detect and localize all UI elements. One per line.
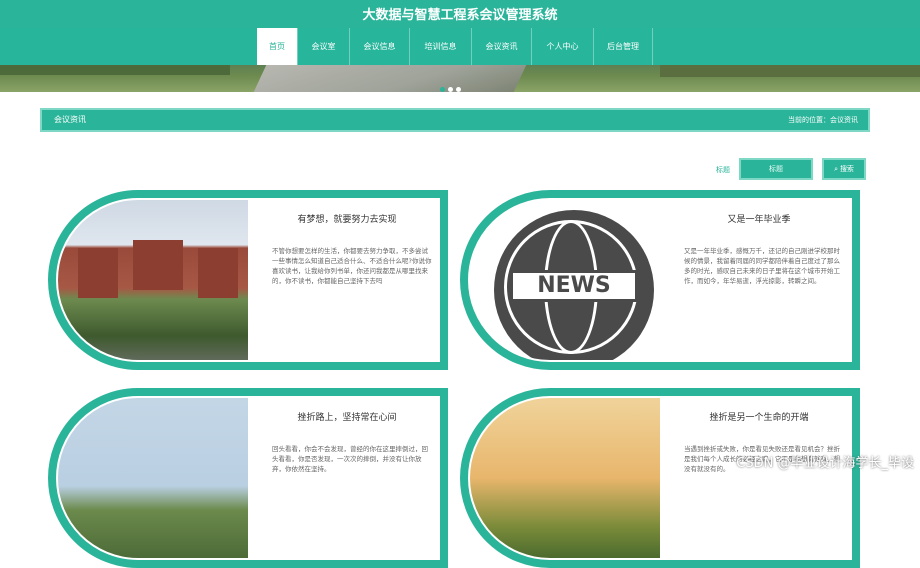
campus-building	[133, 240, 183, 290]
card-title[interactable]: 挫折路上，坚持常在心间	[258, 410, 436, 423]
news-card[interactable]: 有梦想，就要努力去实现 不管你想要怎样的生活，你都要去努力争取，不多尝试一些事情…	[48, 190, 448, 370]
carousel-dot-1[interactable]	[440, 87, 445, 92]
news-card[interactable]: 挫折路上，坚持常在心间 回头看看，你会不会发现，曾经的你在这里摔倒过，回头看看，…	[48, 388, 448, 568]
banner-image-trees-right	[660, 65, 920, 77]
watermark: CSDN @毕业设计海学长_毕设	[736, 452, 914, 471]
card-image-landscape	[58, 398, 248, 558]
carousel-dots	[440, 77, 464, 96]
campus-building	[198, 248, 238, 298]
breadcrumb: 当前的位置：会议资讯	[788, 115, 858, 125]
nav-item-personal-center[interactable]: 个人中心	[531, 28, 593, 65]
nav-item-meeting-info[interactable]: 会议信息	[349, 28, 409, 65]
nav-item-home[interactable]: 首页	[257, 28, 297, 65]
news-icon: NEWS	[510, 270, 638, 302]
card-image-news: NEWS	[470, 200, 660, 360]
campus-building	[78, 248, 118, 298]
card-title[interactable]: 挫折是另一个生命的开端	[670, 410, 848, 423]
nav-item-training-info[interactable]: 培训信息	[409, 28, 471, 65]
search-icon: ⌕	[834, 166, 838, 173]
news-card[interactable]: 挫折是另一个生命的开端 当遇到挫折或失败，你是看见失败还是看见机会？挫折是我们每…	[460, 388, 860, 568]
carousel-dot-3[interactable]	[456, 87, 461, 92]
news-card[interactable]: NEWS 又是一年毕业季 又是一年毕业季，感慨万千，还记的自己刚进学校那时候的情…	[460, 190, 860, 370]
section-header: 会议资讯 当前的位置：会议资讯	[40, 108, 870, 132]
card-image-campus	[58, 200, 248, 360]
nav-item-meeting-news[interactable]: 会议资讯	[471, 28, 531, 65]
search-input[interactable]	[739, 158, 813, 180]
search-button[interactable]: ⌕ 搜索	[822, 158, 866, 180]
nav-item-admin[interactable]: 后台管理	[593, 28, 653, 65]
site-title: 大数据与智慧工程系会议管理系统	[0, 4, 920, 23]
search-label: 标题	[716, 165, 730, 175]
main-nav: 首页 会议室 会议信息 培训信息 会议资讯 个人中心 后台管理	[0, 28, 920, 65]
card-title[interactable]: 有梦想，就要努力去实现	[258, 212, 436, 225]
card-description: 回头看看，你会不会发现，曾经的你在这里摔倒过，回头看看，你是否发现，一次次的摔倒…	[272, 444, 432, 504]
header-bar: 大数据与智慧工程系会议管理系统	[0, 0, 920, 28]
card-image-sunset	[470, 398, 660, 558]
card-description: 又是一年毕业季，感慨万千，还记的自己刚进学校那时候的情景，我留着同届的同学都陪伴…	[684, 246, 844, 306]
search-bar: 标题 ⌕ 搜索	[700, 158, 870, 180]
card-description: 不管你想要怎样的生活，你都要去努力争取，不多尝试一些事情怎么知道自己适合什么、不…	[272, 246, 432, 306]
banner-image-road	[254, 65, 527, 92]
banner-image-trees	[0, 65, 230, 75]
nav-item-meeting-room[interactable]: 会议室	[297, 28, 349, 65]
section-title: 会议资讯	[54, 114, 86, 125]
card-title[interactable]: 又是一年毕业季	[670, 212, 848, 225]
search-button-label: 搜索	[840, 166, 854, 173]
carousel-dot-2[interactable]	[448, 87, 453, 92]
